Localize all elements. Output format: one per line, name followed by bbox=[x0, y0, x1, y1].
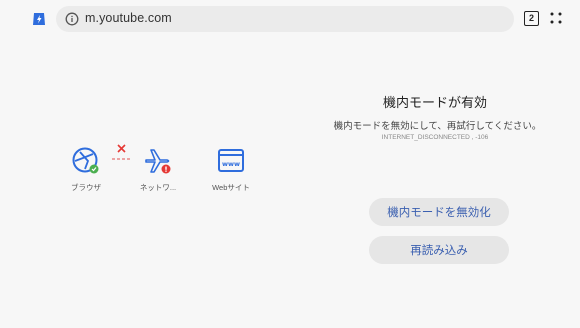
website-badge-text: www bbox=[222, 160, 240, 168]
browser-globe-icon bbox=[72, 147, 99, 174]
error-code: INTERNET_DISCONNECTED , -106 bbox=[381, 134, 489, 141]
x-icon bbox=[117, 144, 126, 153]
website-node: www Webサイト bbox=[206, 146, 256, 193]
more-grid-icon[interactable] bbox=[549, 11, 563, 25]
reload-button[interactable]: 再読み込み bbox=[369, 236, 509, 264]
browser-logo-icon[interactable] bbox=[31, 11, 47, 27]
disable-airplane-mode-button[interactable]: 機内モードを無効化 bbox=[369, 198, 509, 226]
error-title: 機内モードが有効 bbox=[382, 96, 487, 111]
network-label: ネットワ... bbox=[139, 183, 177, 192]
tab-switcher-button[interactable]: 2 bbox=[524, 11, 539, 26]
network-node: ネットワ... bbox=[133, 146, 183, 193]
top-bar: m.youtube.com 2 bbox=[0, 0, 580, 40]
address-bar[interactable]: m.youtube.com bbox=[56, 6, 514, 32]
browser-label: ブラウザ bbox=[71, 183, 101, 192]
airplane-icon bbox=[145, 149, 171, 174]
broken-link-line bbox=[112, 158, 132, 160]
info-icon[interactable] bbox=[65, 12, 79, 26]
website-label: Webサイト bbox=[212, 183, 250, 192]
error-message: 機内モードを無効にして、再試行してください。 bbox=[333, 121, 542, 132]
url-text[interactable]: m.youtube.com bbox=[85, 11, 172, 25]
www-window-icon: www bbox=[218, 149, 244, 172]
browser-node: ブラウザ bbox=[61, 146, 111, 193]
